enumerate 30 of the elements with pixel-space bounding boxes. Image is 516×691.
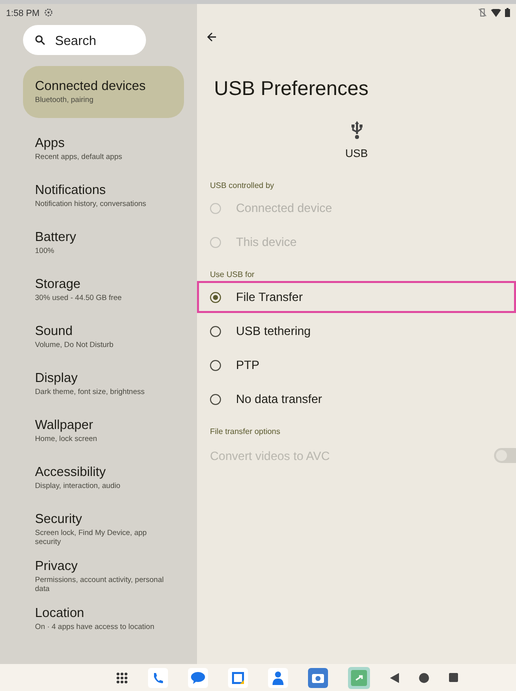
usb-icon	[350, 121, 362, 140]
gear-icon	[44, 8, 53, 17]
radio-option[interactable]: USB tethering	[197, 315, 516, 347]
phone-icon[interactable]	[148, 668, 168, 688]
section-header: USB controlled by	[210, 181, 274, 190]
radio-option[interactable]: No data transfer	[197, 383, 516, 415]
section-header: Use USB for	[210, 270, 254, 279]
usb-label: USB	[345, 148, 368, 160]
status-time: 1:58 PM	[6, 8, 40, 18]
app-icon[interactable]	[348, 666, 370, 688]
camera-icon[interactable]	[308, 668, 328, 688]
radio-option[interactable]: File Transfer	[197, 281, 516, 313]
section-header: File transfer options	[210, 427, 280, 436]
radio-button[interactable]	[210, 394, 221, 404]
search-icon	[35, 35, 45, 45]
battery-icon	[505, 8, 510, 17]
home-icon[interactable]	[419, 672, 429, 682]
calendar-icon[interactable]	[228, 668, 248, 688]
search-field[interactable]: Search	[23, 25, 146, 55]
radio-button[interactable]	[210, 360, 221, 370]
app-drawer-icon[interactable]	[116, 672, 128, 684]
radio-button[interactable]	[210, 326, 221, 336]
back-icon[interactable]	[390, 672, 399, 682]
person-icon[interactable]	[268, 668, 288, 688]
radio-button[interactable]	[210, 292, 221, 302]
wifi-icon	[491, 8, 501, 16]
page-title: USB Preferences	[214, 78, 370, 101]
radio-option[interactable]: PTP	[197, 349, 516, 381]
chat-bubble-icon[interactable]	[188, 668, 208, 688]
vibrate-off-icon	[478, 8, 487, 17]
